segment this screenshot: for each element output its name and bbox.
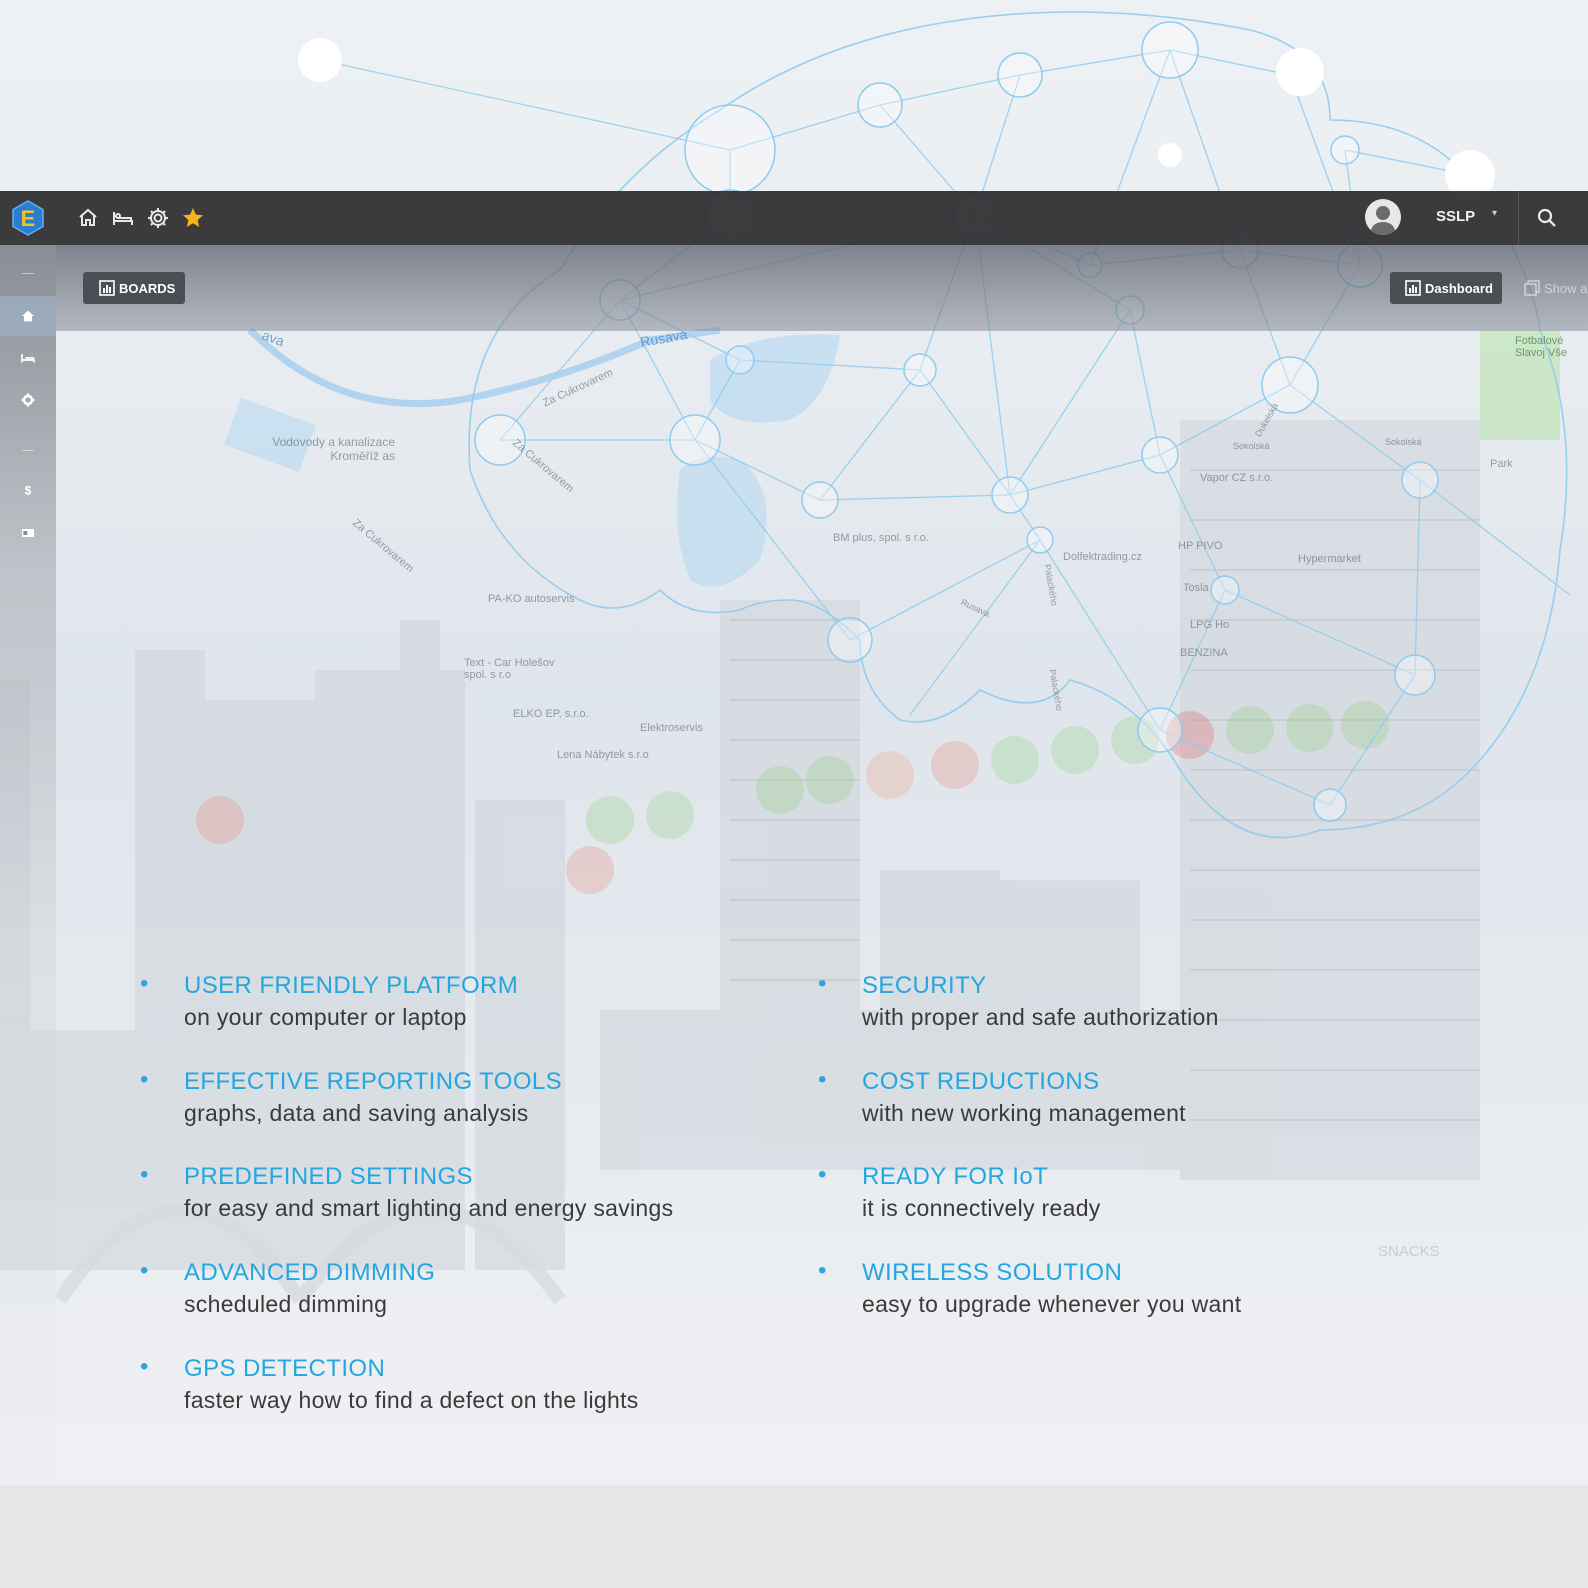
chevron-down-icon[interactable]: ▾ [1492, 208, 1497, 219]
bed-icon[interactable] [111, 206, 135, 230]
sidebar-item-bed[interactable] [0, 338, 56, 378]
feature-item: • USER FRIENDLY PLATFORM on your compute… [140, 970, 519, 1031]
bullet: • [818, 1161, 827, 1188]
bullet: • [140, 1353, 149, 1380]
svg-text:E: E [21, 206, 36, 231]
bottom-band [0, 1485, 1588, 1588]
feature-item: • PREDEFINED SETTINGS for easy and smart… [140, 1161, 674, 1222]
app-logo[interactable]: E [10, 200, 46, 236]
avatar[interactable] [1365, 199, 1401, 235]
bullet: • [140, 1066, 149, 1093]
feature-item: • COST REDUCTIONS with new working manag… [818, 1066, 1186, 1127]
map-label-poi: Vodovody a kanalizace Kroměříž as [272, 435, 395, 463]
gear-icon [21, 393, 35, 407]
feature-title: EFFECTIVE REPORTING TOOLS [184, 1068, 563, 1095]
map-label-poi: Vapor CZ s.r.o. [1200, 472, 1274, 484]
bullet: • [818, 1257, 827, 1284]
sidebar: $ [0, 245, 56, 1485]
map-label-poi: ELKO EP, s.r.o. [513, 708, 589, 720]
feature-item: • ADVANCED DIMMING scheduled dimming [140, 1257, 436, 1318]
dollar-icon: $ [25, 484, 32, 498]
feature-description: scheduled dimming [184, 1291, 388, 1317]
feature-title: SECURITY [862, 972, 987, 999]
feature-description: it is connectively ready [862, 1195, 1101, 1221]
map-label-poi: BENZINA [1180, 647, 1228, 659]
feature-title: GPS DETECTION [184, 1355, 386, 1382]
feature-item: • GPS DETECTION faster way how to find a… [140, 1353, 639, 1414]
feature-title: ADVANCED DIMMING [184, 1259, 436, 1286]
map-label-poi: Lena Nábytek s.r.o [557, 749, 649, 761]
feature-description: easy to upgrade whenever you want [862, 1291, 1242, 1317]
user-avatar-icon [1370, 206, 1396, 235]
feature-description: for easy and smart lighting and energy s… [184, 1195, 674, 1221]
show-all-label: Show a [1544, 281, 1588, 296]
divider [1518, 191, 1519, 245]
feature-title: WIRELESS SOLUTION [862, 1259, 1123, 1286]
feature-description: graphs, data and saving analysis [184, 1100, 529, 1126]
dashboard-label: Dashboard [1425, 281, 1493, 296]
feature-description: with proper and safe authorization [862, 1004, 1219, 1030]
map-label-poi: Dolfektrading.cz [1063, 551, 1142, 563]
sidebar-item-billing[interactable]: $ [0, 470, 56, 510]
map-label-poi: Park [1490, 458, 1513, 470]
map-label-poi: HP PIVO [1178, 540, 1223, 552]
sub-toolbar: BOARDS Dashboard Show a [56, 245, 1588, 331]
feature-title: READY FOR IoT [862, 1163, 1049, 1190]
feature-title: COST REDUCTIONS [862, 1068, 1100, 1095]
map-label-street: Sokolská [1233, 441, 1270, 451]
id-card-icon [22, 529, 34, 537]
search-icon[interactable] [1535, 206, 1559, 230]
map-label-poi: LPG Ho [1190, 619, 1230, 631]
bar-chart-icon [99, 280, 115, 296]
feature-item: • EFFECTIVE REPORTING TOOLS graphs, data… [140, 1066, 563, 1127]
map-label-poi: Hypermarket [1298, 553, 1361, 565]
snack-sign: SNACKS [1378, 1243, 1440, 1260]
bullet: • [140, 1257, 149, 1284]
feature-description: faster way how to find a defect on the l… [184, 1387, 639, 1413]
feature-title: USER FRIENDLY PLATFORM [184, 972, 519, 999]
svg-text:$: $ [25, 484, 32, 498]
sidebar-divider [22, 450, 34, 451]
home-icon [22, 310, 34, 322]
feature-item: • WIRELESS SOLUTION easy to upgrade when… [818, 1257, 1242, 1318]
bullet: • [818, 1066, 827, 1093]
bullet: • [140, 1161, 149, 1188]
map-label-poi: Tosla [1183, 582, 1209, 594]
bar-chart-icon [1405, 280, 1421, 296]
user-name[interactable]: SSLP [1436, 208, 1475, 225]
map-label-poi: Elektroservis [640, 722, 703, 734]
sidebar-divider [22, 273, 34, 274]
bullet: • [818, 970, 827, 997]
bed-icon [21, 354, 35, 363]
copy-icon [1524, 280, 1540, 296]
bullet: • [140, 970, 149, 997]
map-label-poi: PA-KO autoservis [488, 593, 575, 605]
sidebar-item-home[interactable] [0, 296, 56, 336]
boards-button[interactable]: BOARDS [83, 272, 185, 304]
boards-label: BOARDS [119, 281, 176, 296]
feature-item: • READY FOR IoT it is connectively ready [818, 1161, 1101, 1222]
gear-icon[interactable] [146, 206, 170, 230]
map-label-poi: Fotbalové Slavoj Vše [1515, 335, 1567, 359]
map-label-poi: BM plus, spol. s r.o. [833, 532, 929, 544]
top-bar: E SSLP ▾ [0, 191, 1588, 245]
map-label-street: Sokolská [1385, 437, 1422, 447]
sidebar-item-settings[interactable] [0, 380, 56, 420]
feature-title: PREDEFINED SETTINGS [184, 1163, 473, 1190]
sidebar-item-card[interactable] [0, 513, 56, 553]
show-all-button[interactable]: Show a [1522, 272, 1588, 304]
feature-item: • SECURITY with proper and safe authoriz… [818, 970, 1219, 1031]
feature-description: with new working management [862, 1100, 1186, 1126]
star-icon[interactable] [181, 206, 205, 230]
feature-description: on your computer or laptop [184, 1004, 467, 1030]
home-icon[interactable] [76, 206, 100, 230]
dashboard-button[interactable]: Dashboard [1390, 272, 1502, 304]
map-label-poi: Text - Car Holešov spol. s r.o [464, 657, 555, 681]
